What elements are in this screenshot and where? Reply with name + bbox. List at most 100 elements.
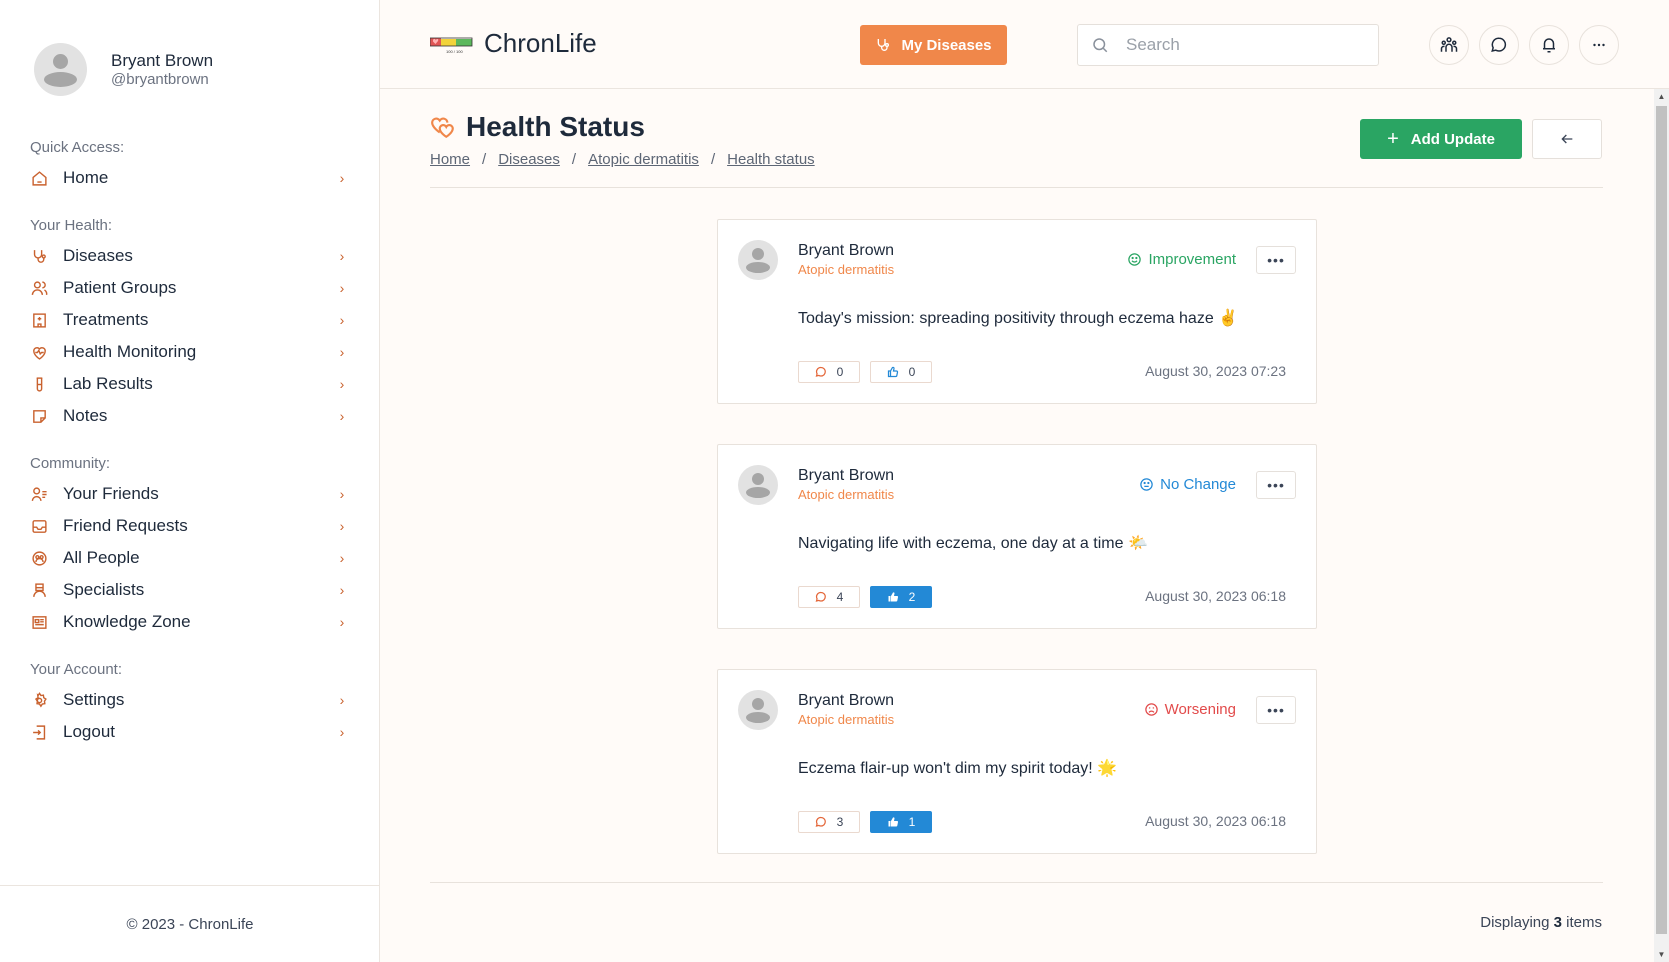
user-profile[interactable]: Bryant Brown @bryantbrown bbox=[34, 43, 213, 96]
avatar[interactable] bbox=[738, 690, 778, 730]
scrollbar-thumb[interactable] bbox=[1656, 106, 1667, 934]
post-menu-button[interactable]: ••• bbox=[1256, 696, 1296, 724]
sidebar-item-patient-groups[interactable]: Patient Groups › bbox=[30, 272, 350, 304]
nav-section-your-health: Your Health: Diseases › Patient Groups ›… bbox=[30, 216, 350, 432]
sidebar-nav: Quick Access: Home › Your Health: Diseas… bbox=[30, 138, 350, 770]
comment-button[interactable]: 4 bbox=[798, 586, 860, 608]
like-button[interactable]: 2 bbox=[870, 586, 932, 608]
breadcrumb-atopic-dermatitis[interactable]: Atopic dermatitis bbox=[588, 151, 699, 168]
like-button[interactable]: 1 bbox=[870, 811, 932, 833]
profile-name: Bryant Brown bbox=[111, 51, 214, 70]
scroll-down-arrow-icon[interactable]: ▼ bbox=[1654, 947, 1669, 962]
health-update-card: Bryant Brown Atopic dermatitis No Change… bbox=[717, 444, 1317, 629]
breadcrumb-diseases[interactable]: Diseases bbox=[498, 151, 560, 168]
comment-count: 3 bbox=[836, 815, 844, 829]
frown-icon bbox=[1144, 703, 1158, 716]
comment-button[interactable]: 0 bbox=[798, 361, 860, 383]
community-button[interactable] bbox=[1429, 25, 1469, 65]
post-disease[interactable]: Atopic dermatitis bbox=[798, 712, 894, 727]
breadcrumb-separator: / bbox=[571, 151, 577, 168]
note-icon bbox=[30, 407, 48, 425]
sidebar-item-friend-requests[interactable]: Friend Requests › bbox=[30, 510, 350, 542]
breadcrumb-home[interactable]: Home bbox=[430, 151, 470, 168]
chevron-right-icon: › bbox=[339, 724, 345, 740]
stethoscope-icon bbox=[878, 39, 890, 51]
sidebar-item-settings[interactable]: Settings › bbox=[30, 684, 350, 716]
comment-icon bbox=[815, 591, 826, 602]
like-button[interactable]: 0 bbox=[870, 361, 932, 383]
sidebar-item-treatments[interactable]: Treatments › bbox=[30, 304, 350, 336]
sidebar-item-your-friends[interactable]: Your Friends › bbox=[30, 478, 350, 510]
sidebar-item-home[interactable]: Home › bbox=[30, 162, 350, 194]
arrow-left-icon bbox=[1561, 134, 1573, 144]
like-count: 2 bbox=[908, 590, 916, 604]
sidebar-item-label: Health Monitoring bbox=[63, 342, 197, 361]
breadcrumb-separator: / bbox=[710, 151, 716, 168]
nav-section-title: Your Health: bbox=[30, 217, 113, 234]
chevron-right-icon: › bbox=[339, 376, 345, 392]
status-badge: Worsening bbox=[1144, 701, 1236, 718]
sidebar-item-label: Lab Results bbox=[63, 374, 153, 393]
post-date: August 30, 2023 07:23 bbox=[1145, 363, 1286, 379]
nav-section-title: Community: bbox=[30, 455, 111, 472]
more-options-button[interactable] bbox=[1579, 25, 1619, 65]
post-author[interactable]: Bryant Brown bbox=[798, 467, 894, 485]
post-author[interactable]: Bryant Brown bbox=[798, 242, 894, 260]
comment-button[interactable]: 3 bbox=[798, 811, 860, 833]
chevron-right-icon: › bbox=[339, 582, 345, 598]
notifications-button[interactable] bbox=[1529, 25, 1569, 65]
more-horizontal-icon bbox=[1593, 43, 1605, 47]
sidebar-item-label: Your Friends bbox=[63, 484, 159, 503]
sidebar-item-specialists[interactable]: Specialists › bbox=[30, 574, 350, 606]
like-count: 1 bbox=[908, 815, 916, 829]
post-disease[interactable]: Atopic dermatitis bbox=[798, 262, 894, 277]
status-badge: No Change bbox=[1139, 476, 1236, 493]
post-text: Today's mission: spreading positivity th… bbox=[798, 310, 1239, 327]
sidebar-item-label: Patient Groups bbox=[63, 278, 177, 297]
post-date: August 30, 2023 06:18 bbox=[1145, 813, 1286, 829]
doctor-icon bbox=[30, 581, 48, 599]
sidebar-item-notes[interactable]: Notes › bbox=[30, 400, 350, 432]
chevron-right-icon: › bbox=[339, 408, 345, 424]
avatar bbox=[34, 43, 87, 96]
sidebar-item-label: Notes bbox=[63, 406, 108, 425]
app-logo[interactable]: 100 / 100 ChronLife bbox=[430, 28, 597, 59]
nav-section-your-account: Your Account: Settings › Logout › bbox=[30, 660, 350, 748]
sidebar-item-diseases[interactable]: Diseases › bbox=[30, 240, 350, 272]
plus-icon: + bbox=[1387, 128, 1399, 150]
post-menu-button[interactable]: ••• bbox=[1256, 246, 1296, 274]
sidebar-item-label: Knowledge Zone bbox=[63, 612, 191, 631]
post-menu-button[interactable]: ••• bbox=[1256, 471, 1296, 499]
sidebar: Bryant Brown @bryantbrown Quick Access: … bbox=[0, 0, 380, 962]
post-disease[interactable]: Atopic dermatitis bbox=[798, 487, 894, 502]
my-diseases-label: My Diseases bbox=[901, 36, 992, 54]
sidebar-item-knowledge-zone[interactable]: Knowledge Zone › bbox=[30, 606, 350, 638]
chevron-right-icon: › bbox=[339, 248, 345, 264]
scroll-up-arrow-icon[interactable]: ▲ bbox=[1654, 89, 1669, 104]
add-update-button[interactable]: + Add Update bbox=[1360, 119, 1522, 159]
nav-section-title: Your Account: bbox=[30, 661, 123, 678]
stethoscope-icon bbox=[30, 247, 48, 265]
status-label: No Change bbox=[1160, 476, 1236, 493]
my-diseases-button[interactable]: My Diseases bbox=[860, 25, 1007, 65]
sidebar-item-logout[interactable]: Logout › bbox=[30, 716, 350, 748]
divider bbox=[430, 882, 1603, 883]
health-updates-feed: Bryant Brown Atopic dermatitis Improveme… bbox=[717, 219, 1317, 894]
post-text: Eczema flair-up won't dim my spirit toda… bbox=[798, 760, 1118, 777]
avatar[interactable] bbox=[738, 465, 778, 505]
messages-button[interactable] bbox=[1479, 25, 1519, 65]
search-input[interactable] bbox=[1126, 35, 1366, 55]
main-content: Health Status Home / Diseases / Atopic d… bbox=[380, 89, 1654, 962]
back-button[interactable] bbox=[1532, 119, 1602, 159]
vertical-scrollbar[interactable]: ▲ ▼ bbox=[1654, 89, 1669, 962]
sidebar-item-all-people[interactable]: All People › bbox=[30, 542, 350, 574]
nav-section-community: Community: Your Friends › Friend Request… bbox=[30, 454, 350, 638]
breadcrumb-health-status[interactable]: Health status bbox=[727, 151, 815, 168]
breadcrumb: Home / Diseases / Atopic dermatitis / He… bbox=[430, 151, 815, 168]
avatar[interactable] bbox=[738, 240, 778, 280]
sidebar-item-health-monitoring[interactable]: Health Monitoring › bbox=[30, 336, 350, 368]
sidebar-item-lab-results[interactable]: Lab Results › bbox=[30, 368, 350, 400]
post-date: August 30, 2023 06:18 bbox=[1145, 588, 1286, 604]
more-horizontal-icon: ••• bbox=[1267, 252, 1285, 268]
post-author[interactable]: Bryant Brown bbox=[798, 692, 894, 710]
